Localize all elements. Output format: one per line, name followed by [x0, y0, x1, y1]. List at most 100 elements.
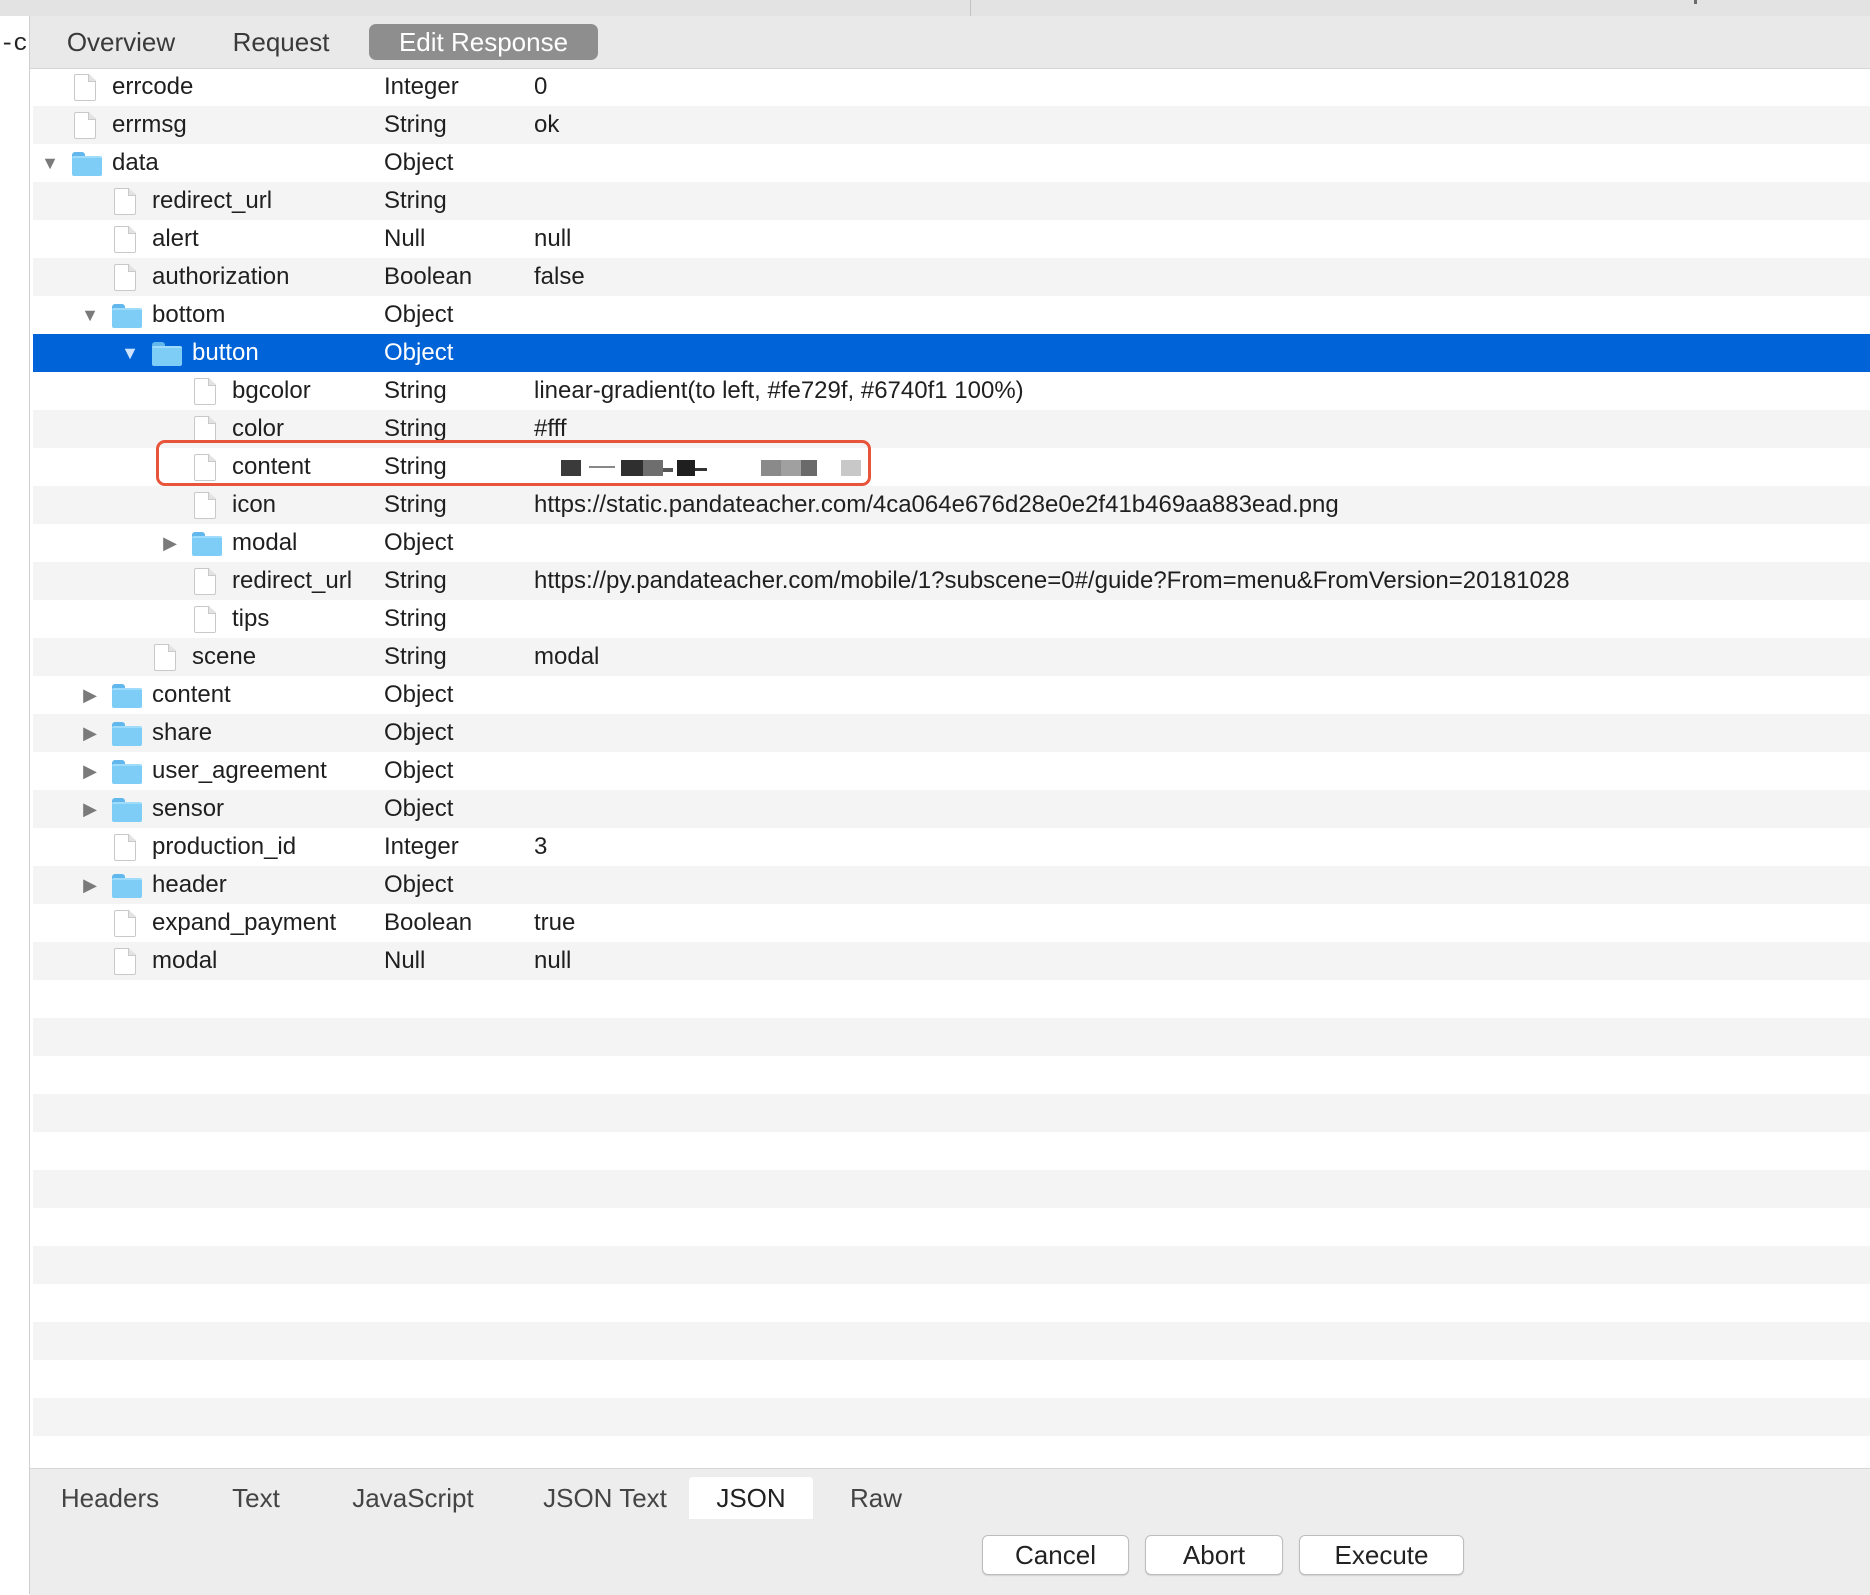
tree-row[interactable]: ▶ share Object — [33, 714, 1870, 752]
file-icon — [194, 568, 216, 595]
triangle-down-icon[interactable]: ▼ — [79, 296, 101, 334]
tab-edit-response[interactable]: Edit Response — [369, 24, 598, 60]
tree-row[interactable]: authorization Boolean false — [33, 258, 1870, 296]
row-type: Object — [384, 339, 454, 366]
empty-row — [33, 1246, 1870, 1284]
row-type: Object — [384, 719, 454, 746]
cancel-button[interactable]: Cancel — [982, 1535, 1129, 1575]
empty-row — [33, 1398, 1870, 1436]
tree-row[interactable]: icon String https://static.pandateacher.… — [33, 486, 1870, 524]
file-icon — [194, 606, 216, 633]
row-value[interactable]: 3 — [534, 828, 547, 866]
triangle-right-icon[interactable]: ▶ — [159, 524, 181, 562]
tab-javascript[interactable]: JavaScript — [332, 1477, 494, 1519]
triangle-down-icon[interactable]: ▼ — [39, 144, 61, 182]
tree-row[interactable]: modal Null null — [33, 942, 1870, 980]
row-key: redirect_url — [232, 567, 353, 594]
execute-button[interactable]: Execute — [1299, 1535, 1464, 1575]
file-icon — [74, 112, 96, 139]
file-icon — [114, 264, 136, 291]
row-value[interactable]: linear-gradient(to left, #fe729f, #6740f… — [534, 372, 1024, 410]
row-key: bgcolor — [232, 377, 311, 404]
tree-row[interactable]: production_id Integer 3 — [33, 828, 1870, 866]
tree-row[interactable]: redirect_url String — [33, 182, 1870, 220]
folder-icon — [112, 874, 142, 898]
json-tree: errcode Integer 0 errmsg String ok ▼ dat… — [33, 68, 1870, 1468]
tree-row[interactable]: ▼ data Object — [33, 144, 1870, 182]
view-tabs-bar: Overview Request Edit Response — [30, 16, 1870, 69]
row-key: errcode — [112, 73, 194, 100]
folder-icon — [112, 304, 142, 328]
row-key: button — [192, 339, 259, 366]
tree-row[interactable]: ▼ bottom Object — [33, 296, 1870, 334]
tree-row[interactable]: ▶ user_agreement Object — [33, 752, 1870, 790]
row-key: alert — [152, 225, 199, 252]
triangle-down-icon[interactable]: ▼ — [119, 334, 141, 372]
triangle-right-icon[interactable]: ▶ — [79, 714, 101, 752]
tab-headers[interactable]: Headers — [50, 1477, 170, 1519]
file-icon — [194, 416, 216, 443]
pane-divider[interactable] — [970, 0, 971, 16]
tab-request[interactable]: Request — [226, 24, 336, 60]
row-type: Null — [384, 225, 426, 252]
triangle-right-icon[interactable]: ▶ — [79, 790, 101, 828]
row-type: String — [384, 491, 447, 518]
tree-row[interactable]: ▶ sensor Object — [33, 790, 1870, 828]
file-icon — [114, 948, 136, 975]
empty-row — [33, 1094, 1870, 1132]
tree-row[interactable]: bgcolor String linear-gradient(to left, … — [33, 372, 1870, 410]
bottom-panel: Headers Text JavaScript JSON Text JSON R… — [30, 1468, 1870, 1595]
tree-row-selected[interactable]: ▼ button Object — [33, 334, 1870, 372]
empty-row — [33, 1360, 1870, 1398]
tree-row[interactable]: ▶ modal Object — [33, 524, 1870, 562]
row-type: Integer — [384, 833, 459, 860]
row-value[interactable]: null — [534, 220, 571, 258]
row-type: Object — [384, 301, 454, 328]
empty-row — [33, 1284, 1870, 1322]
empty-row — [33, 1018, 1870, 1056]
triangle-right-icon[interactable]: ▶ — [79, 676, 101, 714]
row-value[interactable]: https://static.pandateacher.com/4ca064e6… — [534, 486, 1339, 524]
row-type: Object — [384, 795, 454, 822]
row-value[interactable]: null — [534, 942, 571, 980]
tab-raw[interactable]: Raw — [836, 1477, 916, 1519]
tree-row[interactable]: redirect_url String https://py.pandateac… — [33, 562, 1870, 600]
tab-overview[interactable]: Overview — [56, 24, 186, 60]
tree-row[interactable]: ▶ header Object — [33, 866, 1870, 904]
triangle-right-icon[interactable]: ▶ — [79, 752, 101, 790]
tree-row[interactable]: scene String modal — [33, 638, 1870, 676]
row-type: Boolean — [384, 909, 473, 936]
row-value[interactable]: false — [534, 258, 585, 296]
row-type: Object — [384, 681, 454, 708]
row-value[interactable]: ok — [534, 106, 559, 144]
row-type: Object — [384, 149, 454, 176]
triangle-right-icon[interactable]: ▶ — [79, 866, 101, 904]
row-value[interactable]: 0 — [534, 68, 547, 106]
empty-row — [33, 1322, 1870, 1360]
abort-button[interactable]: Abort — [1145, 1535, 1283, 1575]
empty-row — [33, 1132, 1870, 1170]
row-key: production_id — [152, 833, 297, 860]
row-type: Integer — [384, 73, 459, 100]
tab-json-text[interactable]: JSON Text — [524, 1477, 686, 1519]
tree-row[interactable]: expand_payment Boolean true — [33, 904, 1870, 942]
tree-row[interactable]: errcode Integer 0 — [33, 68, 1870, 106]
tab-text[interactable]: Text — [214, 1477, 298, 1519]
left-edge-text: -c — [0, 31, 28, 58]
tree-row[interactable]: alert Null null — [33, 220, 1870, 258]
row-type: Object — [384, 757, 454, 784]
tree-row[interactable]: tips String — [33, 600, 1870, 638]
file-icon — [194, 378, 216, 405]
tree-row[interactable]: errmsg String ok — [33, 106, 1870, 144]
tab-json[interactable]: JSON — [689, 1477, 813, 1519]
row-key: errmsg — [112, 111, 187, 138]
row-key: sensor — [152, 795, 225, 822]
row-value[interactable]: true — [534, 904, 575, 942]
tree-row[interactable]: ▶ content Object — [33, 676, 1870, 714]
row-type: Boolean — [384, 263, 473, 290]
row-key: redirect_url — [152, 187, 273, 214]
row-value[interactable]: modal — [534, 638, 599, 676]
file-icon — [114, 910, 136, 937]
row-value[interactable]: https://py.pandateacher.com/mobile/1?sub… — [534, 562, 1570, 600]
empty-row — [33, 1436, 1870, 1468]
